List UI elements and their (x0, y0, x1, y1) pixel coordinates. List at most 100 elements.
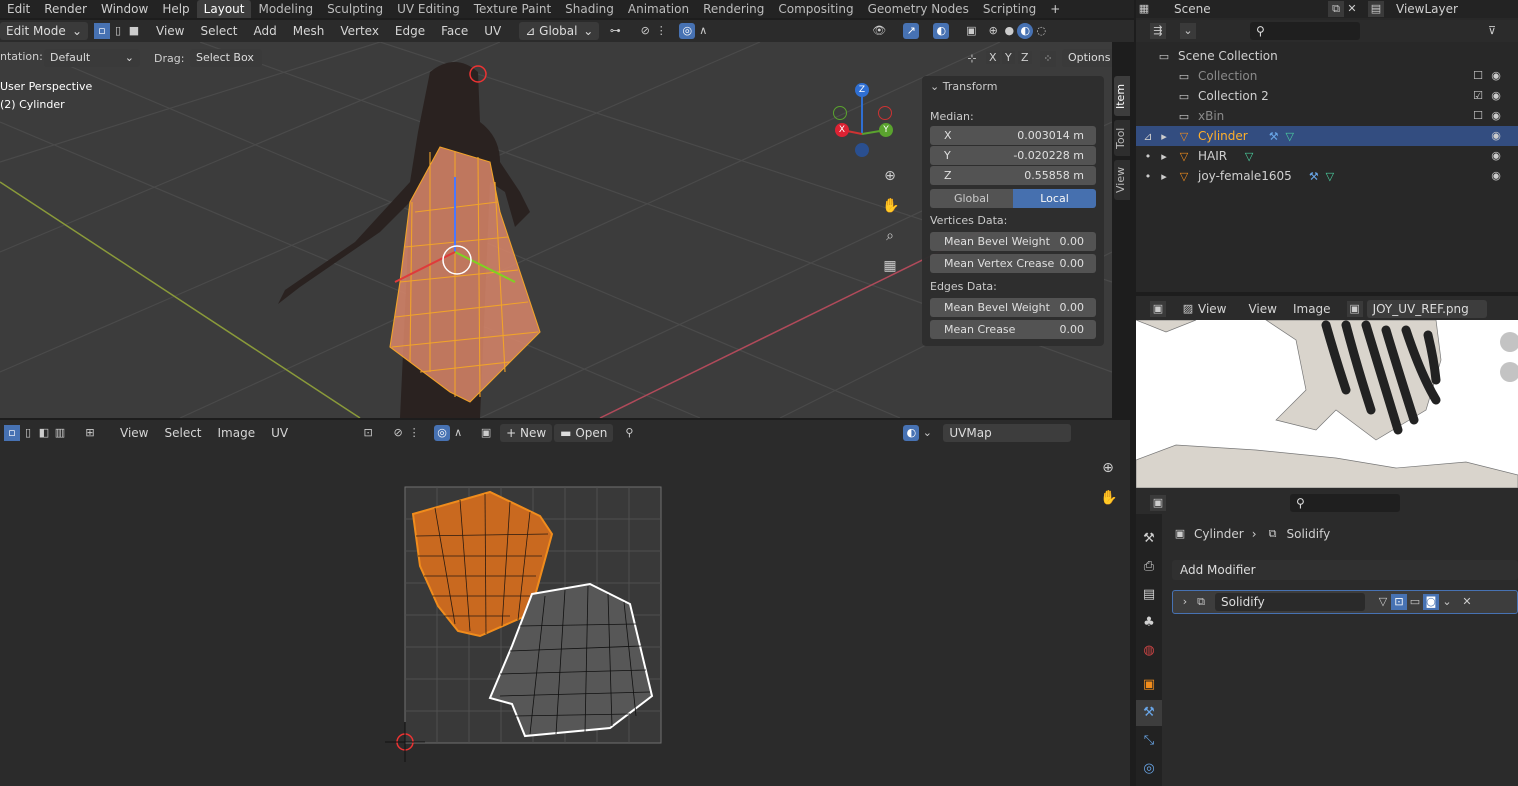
edge-mean-bevel-weight-field[interactable]: Mean Bevel Weight 0.00 (930, 298, 1096, 317)
uv-zoom-icon[interactable]: ⊕ (1100, 460, 1116, 476)
perspective-grid-icon[interactable]: ▦ (882, 258, 898, 274)
uv-editor[interactable]: ▫ ▯ ◧ ▥ ⊞ View Select Image UV ⊡ ⊘ ⋮ ◎ ∧… (0, 420, 1130, 786)
outliner-row-hair[interactable]: • ▸ ▽ HAIR ▽ ◉ (1136, 146, 1518, 166)
snap-icon[interactable]: ⊘ (637, 23, 653, 39)
expand-arrow-icon[interactable]: ▸ (1156, 169, 1172, 185)
gizmo-toggle-icon[interactable]: ↗ (903, 23, 920, 39)
menu-view[interactable]: View (148, 24, 192, 38)
eye-icon[interactable]: ◉ (1488, 68, 1504, 84)
eye-icon[interactable]: ◉ (1488, 88, 1504, 104)
tab-animation[interactable]: Animation (621, 2, 696, 16)
tab-scripting[interactable]: Scripting (976, 2, 1043, 16)
xray-icon[interactable]: ▣ (963, 23, 979, 39)
mean-vertex-crease-field[interactable]: Mean Vertex Crease 0.00 (930, 254, 1096, 273)
view-mode-dropdown[interactable]: View (1196, 302, 1234, 316)
scene-name[interactable]: Scene (1174, 2, 1274, 16)
proportional-edit-icon[interactable]: ◎ (679, 23, 696, 39)
edit-mode-display-icon[interactable]: ⊡ (1391, 594, 1407, 610)
image-browse-icon[interactable]: ▣ (1346, 301, 1363, 317)
properties-search[interactable]: ⚲ (1290, 494, 1400, 512)
tab-sculpting[interactable]: Sculpting (320, 2, 390, 16)
menu-uv[interactable]: UV (476, 24, 509, 38)
gizmo-neg-z-axis[interactable] (855, 143, 869, 157)
viewlayer-name[interactable]: ViewLayer (1396, 2, 1458, 16)
new-scene-icon[interactable]: ⧉ (1328, 1, 1344, 17)
rendered-shading-icon[interactable]: ◌ (1033, 23, 1049, 39)
menu-add[interactable]: Add (246, 24, 285, 38)
on-cage-icon[interactable]: ▽ (1375, 594, 1391, 610)
gizmo-neg-x-axis[interactable] (833, 106, 847, 120)
properties-editor-type-icon[interactable]: ▣ (1150, 495, 1166, 511)
scene-tab-icon[interactable]: ♣ (1136, 610, 1162, 636)
pan-hand-icon[interactable]: ✋ (882, 198, 899, 214)
tab-uv-editing[interactable]: UV Editing (390, 2, 467, 16)
pivot-icon[interactable]: ⊶ (607, 23, 623, 39)
axis-x-toggle[interactable]: X (986, 51, 1000, 64)
uv-menu-select[interactable]: Select (156, 426, 209, 440)
edge-select-icon[interactable]: ▯ (110, 23, 126, 39)
uv-falloff-icon[interactable]: ∧ (450, 425, 466, 441)
transform-orientation[interactable]: ⊿ Global ⌄ (519, 22, 600, 40)
object-tab-icon[interactable]: ▣ (1136, 672, 1162, 698)
menu-mesh[interactable]: Mesh (285, 24, 333, 38)
viewport-display-icon[interactable]: ▭ (1407, 594, 1423, 610)
edit-mode-icon[interactable]: ⊿ (1140, 129, 1156, 145)
tab-compositing[interactable]: Compositing (771, 2, 860, 16)
modifier-tab-icon[interactable]: ⚒ (1136, 700, 1162, 726)
expand-chevron-icon[interactable]: › (1177, 594, 1193, 610)
open-image-button[interactable]: ▬ Open (554, 424, 614, 442)
menu-edge[interactable]: Edge (387, 24, 433, 38)
uv-pivot-icon[interactable]: ⊡ (360, 425, 376, 441)
drag-dropdown[interactable]: Select Box (190, 49, 262, 67)
uv-proportional-icon[interactable]: ◎ (434, 425, 451, 441)
camera-icon[interactable]: ⌕ (882, 228, 898, 244)
outliner-row-cylinder[interactable]: ⊿ ▸ ▽ Cylinder ⚒ ▽ ◉ (1136, 126, 1518, 146)
scene-collection-row[interactable]: ▭ Scene Collection (1136, 46, 1518, 66)
uv-snap-target-icon[interactable]: ⋮ (406, 425, 422, 441)
gizmo-y-axis[interactable]: Y (879, 123, 893, 137)
orientation-dropdown[interactable]: Default ⌄ (44, 49, 140, 67)
modifier-menu-icon[interactable]: ⌄ (1439, 594, 1455, 610)
display-mode-icon[interactable]: ⇶ (1150, 23, 1166, 39)
mirror-icon[interactable]: ⊹ (964, 51, 980, 67)
outliner-row-collection-2[interactable]: ▭ Collection 2 ☑ ◉ (1136, 86, 1518, 106)
expand-arrow-icon[interactable]: ▸ (1156, 129, 1172, 145)
eye-icon[interactable]: ◉ (1488, 108, 1504, 124)
uv-vertex-mode-icon[interactable]: ▫ (4, 425, 20, 441)
tab-texture-paint[interactable]: Texture Paint (467, 2, 558, 16)
menu-window[interactable]: Window (94, 2, 155, 16)
modifier-name-field[interactable]: Solidify (1215, 593, 1365, 611)
uv-menu-image[interactable]: Image (210, 426, 264, 440)
image-editor[interactable]: ▣ ▨ View View Image ▣ JOY_UV_REF.png (1136, 296, 1518, 490)
tab-layout[interactable]: Layout (196, 0, 252, 18)
solidify-modifier-panel[interactable]: › ⧉ Solidify ▽ ⊡ ▭ ◙ ⌄ ✕ (1172, 590, 1518, 614)
mean-crease-field[interactable]: Mean Crease 0.00 (930, 320, 1096, 339)
exclude-checkbox-icon[interactable]: ☐ (1470, 108, 1486, 124)
tab-view[interactable]: View (1114, 160, 1130, 200)
uv-island-mode-icon[interactable]: ▥ (52, 425, 68, 441)
global-toggle[interactable]: Global (930, 189, 1013, 208)
image-browse-icon[interactable]: ▣ (478, 425, 494, 441)
particles-tab-icon[interactable]: ⤡ (1136, 728, 1162, 754)
pin-icon[interactable]: ⚲ (621, 425, 637, 441)
expand-arrow-icon[interactable]: ▸ (1156, 149, 1172, 165)
transform-header[interactable]: ⌄ Transform (930, 80, 997, 93)
uvmap-field[interactable]: UVMap (943, 424, 1072, 442)
median-z-field[interactable]: Z 0.55858 m (930, 166, 1096, 185)
uv-snap-icon[interactable]: ⊘ (390, 425, 406, 441)
exclude-checkbox-icon[interactable]: ☑ (1470, 88, 1486, 104)
add-workspace-button[interactable]: + (1043, 2, 1067, 16)
editor-type-icon[interactable]: ▣ (1150, 301, 1166, 317)
remove-modifier-icon[interactable]: ✕ (1459, 594, 1475, 610)
menu-render[interactable]: Render (37, 2, 94, 16)
options-dropdown[interactable]: Options⌄ (1062, 49, 1112, 67)
vertex-select-icon[interactable]: ▫ (94, 23, 110, 39)
uv-overlay-dropdown-icon[interactable]: ⌄ (919, 425, 935, 441)
uv-menu-uv[interactable]: UV (263, 426, 296, 440)
exclude-checkbox-icon[interactable]: ☐ (1470, 68, 1486, 84)
filter-icon[interactable]: ⊽ (1484, 23, 1500, 39)
mean-bevel-weight-field[interactable]: Mean Bevel Weight 0.00 (930, 232, 1096, 251)
tool-tab-icon[interactable]: ⚒ (1136, 526, 1162, 552)
wireframe-shading-icon[interactable]: ⊕ (985, 23, 1001, 39)
mode-select[interactable]: Edit Mode ⌄ (0, 22, 88, 40)
